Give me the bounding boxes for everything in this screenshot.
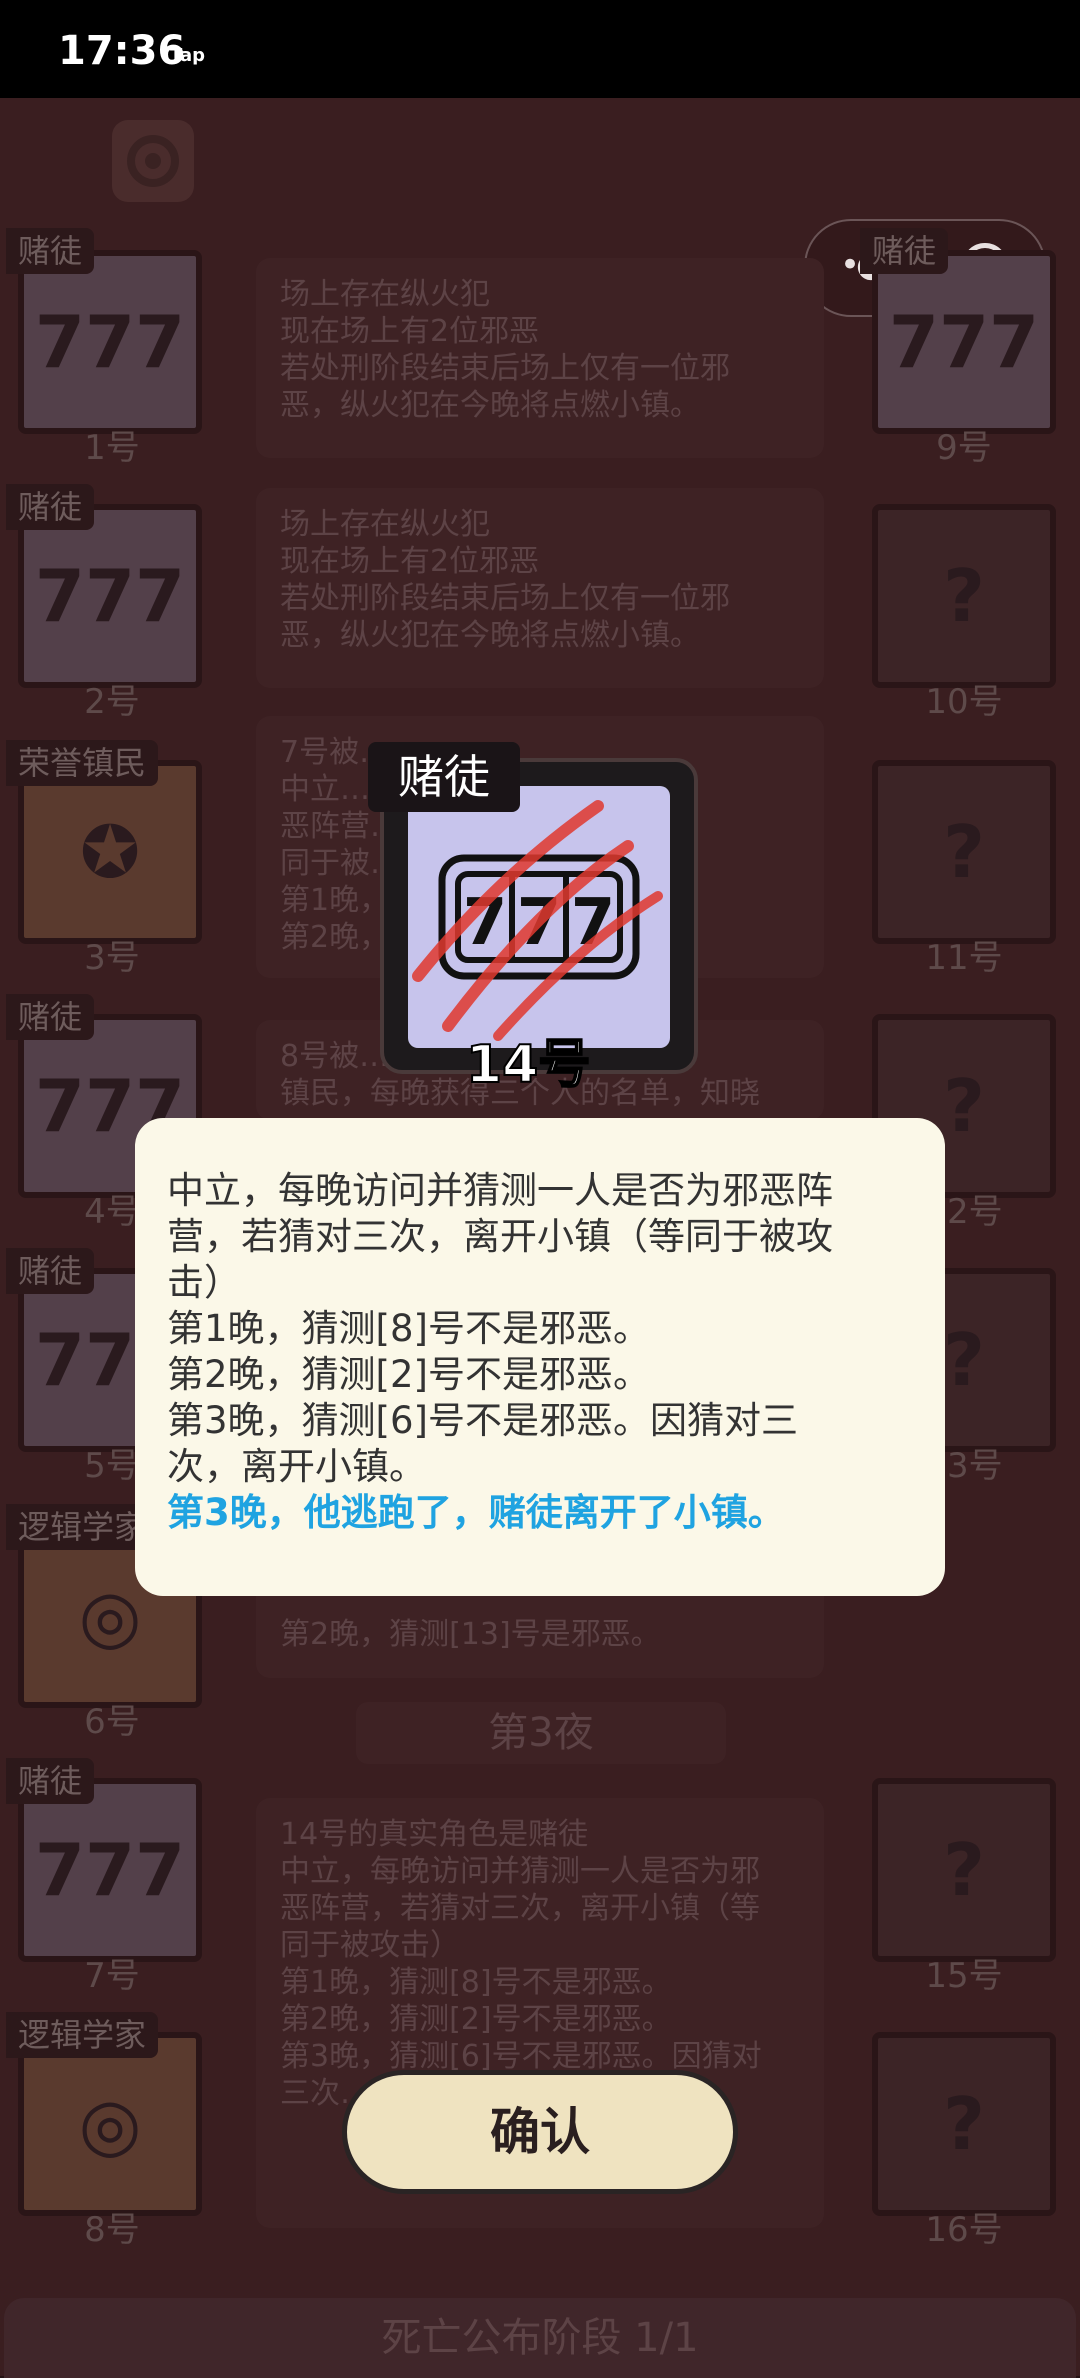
log-line: 若处刑阶段结束后场上仅有一位邪 <box>280 351 730 386</box>
status-app-badge: Tap <box>170 45 205 66</box>
role-tag: 赌徒 <box>6 484 95 530</box>
log-panel-2: 场上存在纵火犯 现在场上有2位邪恶 若处刑阶段结束后场上仅有一位邪 恶，纵火犯在… <box>256 488 824 688</box>
role-tag: 逻辑学家 <box>6 2012 159 2058</box>
unknown-user-icon: ? <box>943 554 985 638</box>
player-number: 16号 <box>925 2210 1003 2250</box>
dialog-line: 营，若猜对三次，离开小镇（等同于被攻 <box>167 1215 833 1258</box>
dialog-line: 击） <box>167 1261 241 1304</box>
slot-777-icon: 777 <box>34 1828 186 1912</box>
player-card-11[interactable]: ? <box>872 760 1056 944</box>
log-line: 恶，纵火犯在今晚将点燃小镇。 <box>280 388 700 423</box>
medal-icon: ✪ <box>79 810 141 894</box>
role-tag: 荣誉镇民 <box>6 740 159 786</box>
role-tag: 赌徒 <box>6 228 95 274</box>
gear-icon[interactable] <box>112 120 194 202</box>
role-detail-dialog: 中立，每晚访问并猜测一人是否为邪恶阵 营，若猜对三次，离开小镇（等同于被攻 击）… <box>135 1118 945 1596</box>
player-number: 10号 <box>925 682 1003 722</box>
featured-player-number: 14号 <box>465 1034 591 1096</box>
log-line: 恶，纵火犯在今晚将点燃小镇。 <box>280 618 700 653</box>
player-number: 8号 <box>84 2210 140 2250</box>
log-line: 14号的真实角色是赌徒 <box>280 1817 589 1852</box>
log-line: 场上存在纵火犯 <box>280 507 490 542</box>
slot-777-icon: 777 <box>888 300 1040 384</box>
player-number: 1号 <box>84 428 140 468</box>
featured-role-tag: 赌徒 <box>368 742 520 812</box>
slot-777-icon: 7 7 7 <box>412 800 663 1041</box>
player-number: 11号 <box>925 938 1003 978</box>
player-card-10[interactable]: ? <box>872 504 1056 688</box>
role-tag: 赌徒 <box>6 1758 95 1804</box>
player-card-9[interactable]: 777 <box>872 250 1056 434</box>
confirm-button[interactable]: 确认 <box>342 2070 738 2194</box>
log-panel-1: 场上存在纵火犯 现在场上有2位邪恶 若处刑阶段结束后场上仅有一位邪 恶，纵火犯在… <box>256 258 824 458</box>
player-card-8[interactable]: ◎ <box>18 2032 202 2216</box>
role-tag: 赌徒 <box>860 228 949 274</box>
log-line: 现在场上有2位邪恶 <box>280 314 540 349</box>
slot-777-icon: 777 <box>34 554 186 638</box>
log-line: 若处刑阶段结束后场上仅有一位邪 <box>280 581 730 616</box>
player-card-1[interactable]: 777 <box>18 250 202 434</box>
log-line: 第1晚，猜测[8]号不是邪恶。 <box>280 1965 672 2000</box>
dialog-line: 次，离开小镇。 <box>167 1445 426 1488</box>
slot-777-icon: 777 <box>34 300 186 384</box>
player-number: 15号 <box>925 1956 1003 1996</box>
claw-scratch-icon <box>412 800 663 1041</box>
role-tag: 赌徒 <box>6 1248 95 1294</box>
log-line: 第2晚，猜测[13]号是邪恶。 <box>280 1617 661 1652</box>
player-number: 7号 <box>84 1956 140 1996</box>
dialog-line: 第2晚，猜测[2]号不是邪恶。 <box>167 1353 650 1396</box>
dialog-line: 第1晚，猜测[8]号不是邪恶。 <box>167 1307 650 1350</box>
player-card-3[interactable]: ✪ <box>18 760 202 944</box>
log-line: 场上存在纵火犯 <box>280 277 490 312</box>
dialog-line: 第3晚，猜测[6]号不是邪恶。因猜对三 <box>167 1399 798 1442</box>
status-bar: 17:36 Tap <box>0 0 1080 98</box>
log-line: 同于被攻击） <box>280 1928 460 1963</box>
dialog-line: 中立，每晚访问并猜测一人是否为邪恶阵 <box>167 1169 833 1212</box>
log-line: 中立，每晚访问并猜测一人是否为邪 <box>280 1854 760 1889</box>
featured-card-face: 7 7 7 <box>408 786 670 1048</box>
player-card-2[interactable]: 777 <box>18 504 202 688</box>
unknown-user-icon: ? <box>943 810 985 894</box>
night-banner: 第3夜 <box>356 1702 726 1764</box>
player-number: 6号 <box>84 1702 140 1742</box>
player-card-16[interactable]: ? <box>872 2032 1056 2216</box>
player-number: 3号 <box>84 938 140 978</box>
player-card-15[interactable]: ? <box>872 1778 1056 1962</box>
status-time: 17:36 <box>58 28 186 74</box>
dialog-result: 第3晚，他逃跑了，赌徒离开了小镇。 <box>167 1491 785 1534</box>
log-line: 恶阵营，若猜对三次，离开小镇（等 <box>280 1891 760 1926</box>
player-card-7[interactable]: 777 <box>18 1778 202 1962</box>
player-number: 2号 <box>84 682 140 722</box>
log-line: 第2晚，猜测[2]号不是邪恶。 <box>280 2002 672 2037</box>
player-number: 9号 <box>936 428 992 468</box>
unknown-user-icon: ? <box>943 2082 985 2166</box>
venn-diagram-icon: ◎ <box>78 2082 142 2166</box>
unknown-user-icon: ? <box>943 1828 985 1912</box>
log-line: 现在场上有2位邪恶 <box>280 544 540 579</box>
role-tag: 赌徒 <box>6 994 95 1040</box>
phase-bar: 死亡公布阶段 1/1 <box>4 2298 1076 2378</box>
